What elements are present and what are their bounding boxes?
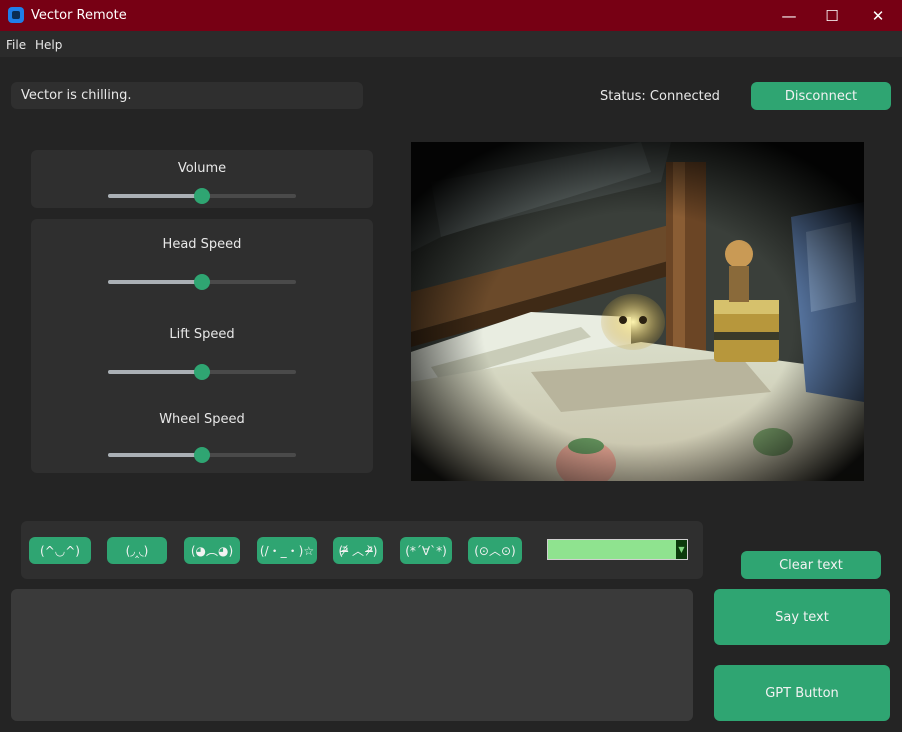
minimize-icon[interactable]: — xyxy=(766,0,812,31)
camera-feed xyxy=(411,142,864,481)
volume-slider-handle[interactable] xyxy=(194,188,210,204)
wheel-speed-slider-handle[interactable] xyxy=(194,447,210,463)
head-speed-label: Head Speed xyxy=(162,237,242,252)
title-bar: Vector Remote — ☐ ✕ xyxy=(0,0,902,31)
status-message-box: Vector is chilling. xyxy=(11,82,363,109)
status-message: Vector is chilling. xyxy=(21,88,132,103)
emote-button-1[interactable]: (^◡^) xyxy=(29,537,91,564)
emote-button-4[interactable]: (/・_・)☆ xyxy=(257,537,317,564)
volume-slider-fill xyxy=(108,194,202,198)
connection-status: Status: Connected xyxy=(600,89,720,104)
wheel-speed-slider[interactable] xyxy=(108,447,296,463)
app-icon xyxy=(8,7,24,23)
gpt-button[interactable]: GPT Button xyxy=(714,665,890,721)
head-speed-slider-handle[interactable] xyxy=(194,274,210,290)
emote-button-7[interactable]: (⊙︿⊙) xyxy=(468,537,522,564)
wheel-speed-slider-fill xyxy=(108,453,202,457)
chevron-down-icon[interactable]: ▼ xyxy=(676,540,687,559)
camera-image xyxy=(411,142,864,481)
wheel-speed-label: Wheel Speed xyxy=(159,412,245,427)
close-icon[interactable]: ✕ xyxy=(855,0,901,31)
menu-help[interactable]: Help xyxy=(35,38,62,52)
head-speed-slider[interactable] xyxy=(108,274,296,290)
say-text-button[interactable]: Say text xyxy=(714,589,890,645)
emote-button-2[interactable]: (◞‸◟) xyxy=(107,537,167,564)
lift-speed-label: Lift Speed xyxy=(169,327,235,342)
disconnect-button[interactable]: Disconnect xyxy=(751,82,891,110)
emote-button-6[interactable]: (*´∀`*) xyxy=(400,537,452,564)
volume-slider[interactable] xyxy=(108,188,296,204)
speed-panel: Head Speed Lift Speed Wheel Speed xyxy=(31,219,373,473)
maximize-icon[interactable]: ☐ xyxy=(809,0,855,31)
head-speed-slider-fill xyxy=(108,280,202,284)
window-title: Vector Remote xyxy=(31,8,127,23)
clear-text-button[interactable]: Clear text xyxy=(741,551,881,579)
menu-file[interactable]: File xyxy=(6,38,26,52)
emote-button-3[interactable]: (◕︵◕) xyxy=(184,537,240,564)
lift-speed-slider-fill xyxy=(108,370,202,374)
menu-bar: File Help xyxy=(0,31,902,57)
speech-text-input[interactable] xyxy=(11,589,693,721)
volume-label: Volume xyxy=(177,161,227,176)
emote-button-5[interactable]: (ᵒ̴̶̷᷄ ︿ ᵒ̴̶̷᷅) xyxy=(333,537,383,564)
color-dropdown[interactable]: ▼ xyxy=(547,539,688,560)
lift-speed-slider[interactable] xyxy=(108,364,296,380)
lift-speed-slider-handle[interactable] xyxy=(194,364,210,380)
emote-panel: (^◡^) (◞‸◟) (◕︵◕) (/・_・)☆ (ᵒ̴̶̷᷄ ︿ ᵒ̴̶̷᷅… xyxy=(21,521,703,579)
volume-panel: Volume xyxy=(31,150,373,208)
